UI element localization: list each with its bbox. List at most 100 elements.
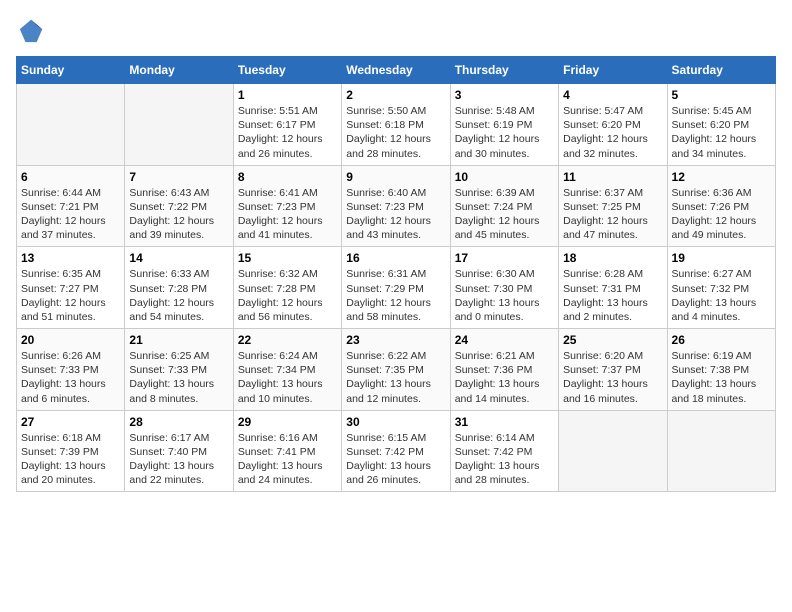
calendar-cell: 3 Sunrise: 5:48 AMSunset: 6:19 PMDaylight… — [450, 84, 558, 166]
col-header-saturday: Saturday — [667, 57, 775, 84]
calendar-cell: 12 Sunrise: 6:36 AMSunset: 7:26 PMDayligh… — [667, 165, 775, 247]
cell-info: Sunrise: 6:30 AM — [455, 267, 554, 281]
cell-info: Daylight: 12 hours and 39 minutes. — [129, 214, 228, 242]
logo-icon — [18, 16, 46, 44]
cell-info: Sunset: 6:18 PM — [346, 118, 445, 132]
cell-info: Sunrise: 5:51 AM — [238, 104, 337, 118]
cell-info: Daylight: 12 hours and 49 minutes. — [672, 214, 771, 242]
cell-info: Sunrise: 6:41 AM — [238, 186, 337, 200]
day-number: 4 — [563, 88, 662, 102]
col-header-tuesday: Tuesday — [233, 57, 341, 84]
cell-info: Daylight: 13 hours and 4 minutes. — [672, 296, 771, 324]
cell-info: Sunset: 7:26 PM — [672, 200, 771, 214]
cell-info: Sunrise: 6:22 AM — [346, 349, 445, 363]
day-number: 1 — [238, 88, 337, 102]
logo — [16, 16, 46, 44]
cell-info: Sunrise: 6:32 AM — [238, 267, 337, 281]
calendar-cell — [17, 84, 125, 166]
cell-info: Sunrise: 6:33 AM — [129, 267, 228, 281]
day-number: 21 — [129, 333, 228, 347]
cell-info: Sunset: 7:35 PM — [346, 363, 445, 377]
day-number: 24 — [455, 333, 554, 347]
cell-info: Daylight: 12 hours and 47 minutes. — [563, 214, 662, 242]
cell-info: Sunset: 7:39 PM — [21, 445, 120, 459]
cell-info: Sunset: 7:33 PM — [129, 363, 228, 377]
cell-info: Sunrise: 6:35 AM — [21, 267, 120, 281]
cell-info: Daylight: 12 hours and 30 minutes. — [455, 132, 554, 160]
col-header-monday: Monday — [125, 57, 233, 84]
calendar-cell: 16Sunrise: 6:31 AMSunset: 7:29 PMDayligh… — [342, 247, 450, 329]
col-header-thursday: Thursday — [450, 57, 558, 84]
cell-info: Daylight: 13 hours and 24 minutes. — [238, 459, 337, 487]
calendar-cell: 14Sunrise: 6:33 AMSunset: 7:28 PMDayligh… — [125, 247, 233, 329]
day-number: 27 — [21, 415, 120, 429]
cell-info: Sunrise: 6:16 AM — [238, 431, 337, 445]
cell-info: Sunset: 7:21 PM — [21, 200, 120, 214]
day-number: 2 — [346, 88, 445, 102]
cell-info: Sunrise: 5:45 AM — [672, 104, 771, 118]
cell-info: Daylight: 13 hours and 26 minutes. — [346, 459, 445, 487]
day-number: 17 — [455, 251, 554, 265]
cell-info: Daylight: 12 hours and 37 minutes. — [21, 214, 120, 242]
day-number: 20 — [21, 333, 120, 347]
cell-info: Daylight: 13 hours and 18 minutes. — [672, 377, 771, 405]
day-number: 12 — [672, 170, 771, 184]
cell-info: Daylight: 13 hours and 10 minutes. — [238, 377, 337, 405]
cell-info: Sunrise: 6:17 AM — [129, 431, 228, 445]
calendar-cell: 20Sunrise: 6:26 AMSunset: 7:33 PMDayligh… — [17, 329, 125, 411]
cell-info: Daylight: 13 hours and 20 minutes. — [21, 459, 120, 487]
calendar-cell: 7Sunrise: 6:43 AMSunset: 7:22 PMDaylight… — [125, 165, 233, 247]
cell-info: Sunrise: 6:20 AM — [563, 349, 662, 363]
cell-info: Sunrise: 6:14 AM — [455, 431, 554, 445]
cell-info: Sunrise: 6:40 AM — [346, 186, 445, 200]
cell-info: Sunrise: 6:37 AM — [563, 186, 662, 200]
calendar-cell: 23Sunrise: 6:22 AMSunset: 7:35 PMDayligh… — [342, 329, 450, 411]
calendar-cell: 15Sunrise: 6:32 AMSunset: 7:28 PMDayligh… — [233, 247, 341, 329]
cell-info: Sunset: 7:32 PM — [672, 282, 771, 296]
cell-info: Sunrise: 6:24 AM — [238, 349, 337, 363]
cell-info: Sunrise: 6:15 AM — [346, 431, 445, 445]
calendar-cell — [559, 410, 667, 492]
calendar-cell: 11Sunrise: 6:37 AMSunset: 7:25 PMDayligh… — [559, 165, 667, 247]
cell-info: Sunset: 6:19 PM — [455, 118, 554, 132]
cell-info: Sunset: 6:20 PM — [563, 118, 662, 132]
cell-info: Sunset: 7:28 PM — [129, 282, 228, 296]
day-number: 3 — [455, 88, 554, 102]
day-number: 28 — [129, 415, 228, 429]
cell-info: Daylight: 13 hours and 12 minutes. — [346, 377, 445, 405]
cell-info: Sunrise: 6:36 AM — [672, 186, 771, 200]
cell-info: Sunset: 7:30 PM — [455, 282, 554, 296]
cell-info: Daylight: 12 hours and 34 minutes. — [672, 132, 771, 160]
cell-info: Sunrise: 6:25 AM — [129, 349, 228, 363]
day-number: 13 — [21, 251, 120, 265]
calendar-cell: 13Sunrise: 6:35 AMSunset: 7:27 PMDayligh… — [17, 247, 125, 329]
day-number: 19 — [672, 251, 771, 265]
col-header-sunday: Sunday — [17, 57, 125, 84]
calendar-cell: 2Sunrise: 5:50 AMSunset: 6:18 PMDaylight… — [342, 84, 450, 166]
cell-info: Sunset: 7:27 PM — [21, 282, 120, 296]
cell-info: Sunset: 7:28 PM — [238, 282, 337, 296]
cell-info: Daylight: 13 hours and 2 minutes. — [563, 296, 662, 324]
cell-info: Sunset: 7:41 PM — [238, 445, 337, 459]
calendar-cell: 24Sunrise: 6:21 AMSunset: 7:36 PMDayligh… — [450, 329, 558, 411]
day-number: 9 — [346, 170, 445, 184]
cell-info: Sunrise: 5:48 AM — [455, 104, 554, 118]
day-number: 29 — [238, 415, 337, 429]
cell-info: Sunset: 7:38 PM — [672, 363, 771, 377]
day-number: 11 — [563, 170, 662, 184]
cell-info: Daylight: 13 hours and 22 minutes. — [129, 459, 228, 487]
calendar-cell: 19Sunrise: 6:27 AMSunset: 7:32 PMDayligh… — [667, 247, 775, 329]
calendar-table: SundayMondayTuesdayWednesdayThursdayFrid… — [16, 56, 776, 492]
cell-info: Daylight: 13 hours and 16 minutes. — [563, 377, 662, 405]
calendar-cell: 5Sunrise: 5:45 AMSunset: 6:20 PMDaylight… — [667, 84, 775, 166]
cell-info: Sunrise: 6:28 AM — [563, 267, 662, 281]
calendar-cell: 25Sunrise: 6:20 AMSunset: 7:37 PMDayligh… — [559, 329, 667, 411]
calendar-cell: 22Sunrise: 6:24 AMSunset: 7:34 PMDayligh… — [233, 329, 341, 411]
day-number: 7 — [129, 170, 228, 184]
cell-info: Sunset: 7:34 PM — [238, 363, 337, 377]
cell-info: Sunrise: 6:43 AM — [129, 186, 228, 200]
day-number: 31 — [455, 415, 554, 429]
cell-info: Sunrise: 5:47 AM — [563, 104, 662, 118]
cell-info: Daylight: 12 hours and 56 minutes. — [238, 296, 337, 324]
calendar-cell: 10Sunrise: 6:39 AMSunset: 7:24 PMDayligh… — [450, 165, 558, 247]
